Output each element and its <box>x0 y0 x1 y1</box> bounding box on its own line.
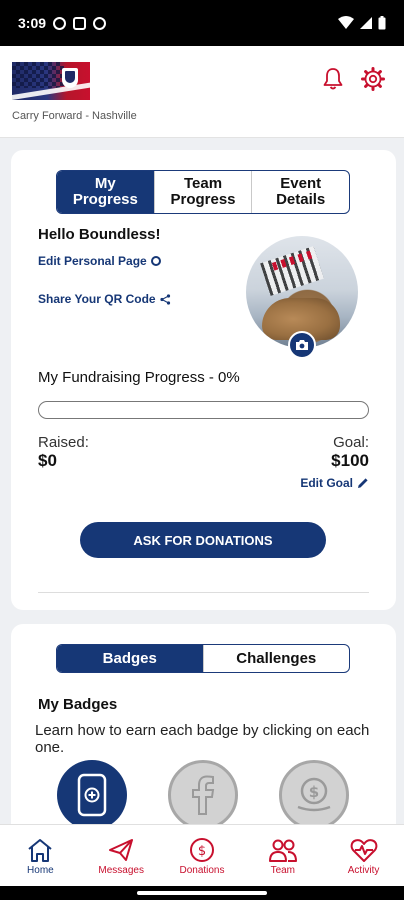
badge-money[interactable]: $ <box>279 760 349 830</box>
status-bar: 3:09 <box>0 0 404 46</box>
gear-icon[interactable] <box>360 66 386 92</box>
tab-event-details[interactable]: Event Details <box>251 171 349 213</box>
tab-team-progress[interactable]: Team Progress <box>153 171 252 213</box>
edit-personal-page-label: Edit Personal Page <box>38 254 147 268</box>
nav-team[interactable]: Team <box>242 825 323 886</box>
tab-badges[interactable]: Badges <box>57 645 203 672</box>
dollar-circle-icon: $ <box>189 838 214 862</box>
ask-for-donations-button[interactable]: ASK FOR DONATIONS <box>80 522 326 558</box>
gesture-bar <box>0 886 404 900</box>
nav-activity-label: Activity <box>347 865 380 876</box>
bottom-nav: Home Messages $ Donations Team Activity <box>0 824 404 886</box>
raised-label: Raised: <box>38 434 89 451</box>
nav-donations-label: Donations <box>179 865 225 876</box>
tab-my-progress[interactable]: My Progress <box>57 171 154 213</box>
paper-plane-icon <box>109 839 134 861</box>
nav-messages[interactable]: Messages <box>81 825 162 886</box>
nav-messages-label: Messages <box>98 865 144 876</box>
mobile-app-icon <box>77 773 107 817</box>
nav-activity[interactable]: Activity <box>323 825 404 886</box>
app-header: Carry Forward - Nashville <box>0 46 404 138</box>
event-name: Carry Forward - Nashville <box>12 110 137 122</box>
event-logo[interactable] <box>12 62 90 100</box>
edit-goal-label: Edit Goal <box>300 476 353 490</box>
badge-mobile-app[interactable] <box>57 760 127 830</box>
raised-value: $0 <box>38 451 57 470</box>
status-time: 3:09 <box>18 15 47 31</box>
fundraising-title: My Fundraising Progress - 0% <box>38 369 240 386</box>
money-icon: $ <box>297 777 331 812</box>
circle-arrow-icon <box>150 256 161 266</box>
progress-tab-bar: My Progress Team Progress Event Details <box>56 170 350 214</box>
goal-value: $100 <box>331 451 369 470</box>
messenger-icon <box>53 16 67 30</box>
tab-challenges[interactable]: Challenges <box>202 645 350 672</box>
badges-description: Learn how to earn each badge by clicking… <box>35 722 370 757</box>
edit-goal-link[interactable]: Edit Goal <box>300 476 369 490</box>
share-icon <box>159 293 170 305</box>
app-status-icon <box>93 16 107 30</box>
greeting: Hello Boundless! <box>38 226 161 243</box>
divider <box>38 592 369 593</box>
nav-home-label: Home <box>27 865 54 876</box>
badges-heading: My Badges <box>38 696 118 713</box>
camera-icon <box>296 340 308 350</box>
heart-pulse-icon <box>350 839 377 862</box>
signal-icon <box>360 17 372 29</box>
share-qr-link[interactable]: Share Your QR Code <box>38 292 171 306</box>
wifi-icon <box>338 16 354 29</box>
svg-text:$: $ <box>198 844 206 859</box>
pencil-icon <box>358 478 368 488</box>
progress-card: My Progress Team Progress Event Details … <box>11 150 396 610</box>
svg-text:$: $ <box>309 783 319 801</box>
badges-tab-bar: Badges Challenges <box>56 644 350 673</box>
battery-icon <box>378 16 386 30</box>
edit-personal-page-link[interactable]: Edit Personal Page <box>38 254 161 268</box>
badges-card: Badges Challenges My Badges Learn how to… <box>11 624 396 844</box>
badge-facebook[interactable] <box>168 760 238 830</box>
nav-home[interactable]: Home <box>0 825 81 886</box>
notification-icon <box>73 16 87 30</box>
goal-label: Goal: <box>333 434 369 451</box>
nav-donations[interactable]: $ Donations <box>162 825 243 886</box>
facebook-icon <box>192 775 215 815</box>
bell-icon[interactable] <box>320 66 346 92</box>
camera-button[interactable] <box>288 331 316 359</box>
team-icon <box>268 839 297 862</box>
share-qr-label: Share Your QR Code <box>38 292 156 306</box>
fundraising-progress-bar <box>38 401 369 419</box>
nav-team-label: Team <box>270 865 296 876</box>
gesture-handle[interactable] <box>137 891 267 895</box>
home-icon <box>28 839 53 862</box>
